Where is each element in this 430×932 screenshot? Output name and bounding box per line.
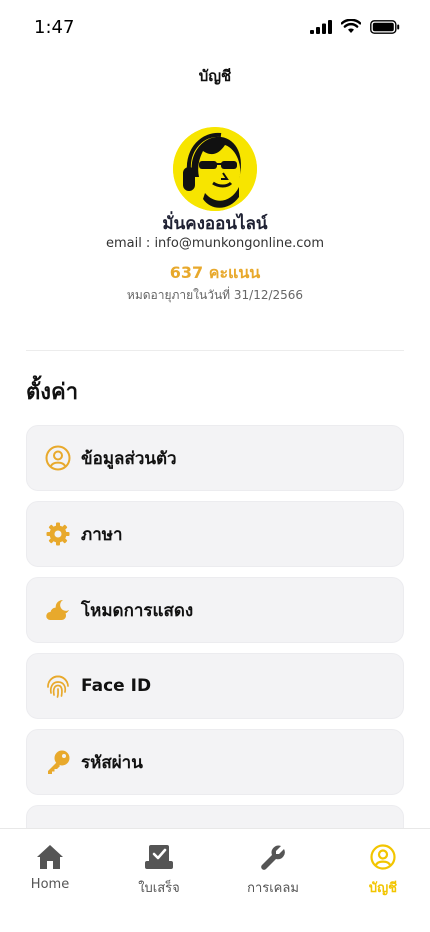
avatar <box>173 127 257 211</box>
settings-title: ตั้งค่า <box>26 380 79 405</box>
wrench-icon <box>223 843 323 871</box>
menu-item-label: ข้อมูลส่วนตัว <box>81 448 177 469</box>
tab-account[interactable]: บัญชี <box>333 843 430 898</box>
profile-points: 637 คะแนน <box>169 263 261 282</box>
user-circle-icon <box>333 843 430 871</box>
menu-item-face-id[interactable]: Face ID <box>26 653 404 719</box>
page-title: บัญชี <box>198 67 232 85</box>
tab-label: ใบเสร็จ <box>138 881 180 896</box>
tab-label: บัญชี <box>368 881 398 896</box>
tab-label: การเคลม <box>247 881 299 896</box>
receipt-check-icon <box>109 843 209 871</box>
user-circle-icon <box>45 445 71 471</box>
menu-item-personal-info[interactable]: ข้อมูลส่วนตัว <box>26 425 404 491</box>
divider <box>26 350 404 351</box>
battery-icon <box>370 19 400 34</box>
moon-cloud-icon <box>45 597 71 623</box>
fingerprint-icon <box>45 673 71 699</box>
tab-home[interactable]: Home <box>0 843 100 892</box>
signal-icon <box>310 19 332 34</box>
tab-claims[interactable]: การเคลม <box>223 843 323 898</box>
tab-receipts[interactable]: ใบเสร็จ <box>109 843 209 898</box>
menu-item-label: ภาษา <box>81 524 123 545</box>
key-icon <box>45 749 71 775</box>
tab-label: Home <box>30 877 70 892</box>
profile-name: มั่นคงออนไลน์ <box>162 214 268 234</box>
menu-item-label: Face ID <box>81 676 152 696</box>
gear-icon <box>45 521 71 547</box>
menu-item-label: โหมดการแสดง <box>81 600 194 621</box>
tab-bar: Home ใบเสร็จ การเคลม บัญชี <box>0 828 430 932</box>
status-time: 1:47 <box>34 17 75 38</box>
menu-item-partial[interactable] <box>26 805 404 828</box>
profile-email: email : info@munkongonline.com <box>105 236 325 251</box>
status-icons <box>310 19 400 34</box>
settings-menu: ข้อมูลส่วนตัว ภาษา โหมดการแสดง Face ID ร… <box>26 425 404 828</box>
profile-expiry: หมดอายุภายในวันที่ 31/12/2566 <box>126 288 304 302</box>
status-bar: 1:47 <box>0 0 430 56</box>
home-icon <box>0 843 100 871</box>
menu-item-display-mode[interactable]: โหมดการแสดง <box>26 577 404 643</box>
menu-item-language[interactable]: ภาษา <box>26 501 404 567</box>
menu-item-label: รหัสผ่าน <box>81 752 143 773</box>
menu-item-password[interactable]: รหัสผ่าน <box>26 729 404 795</box>
wifi-icon <box>341 19 361 33</box>
